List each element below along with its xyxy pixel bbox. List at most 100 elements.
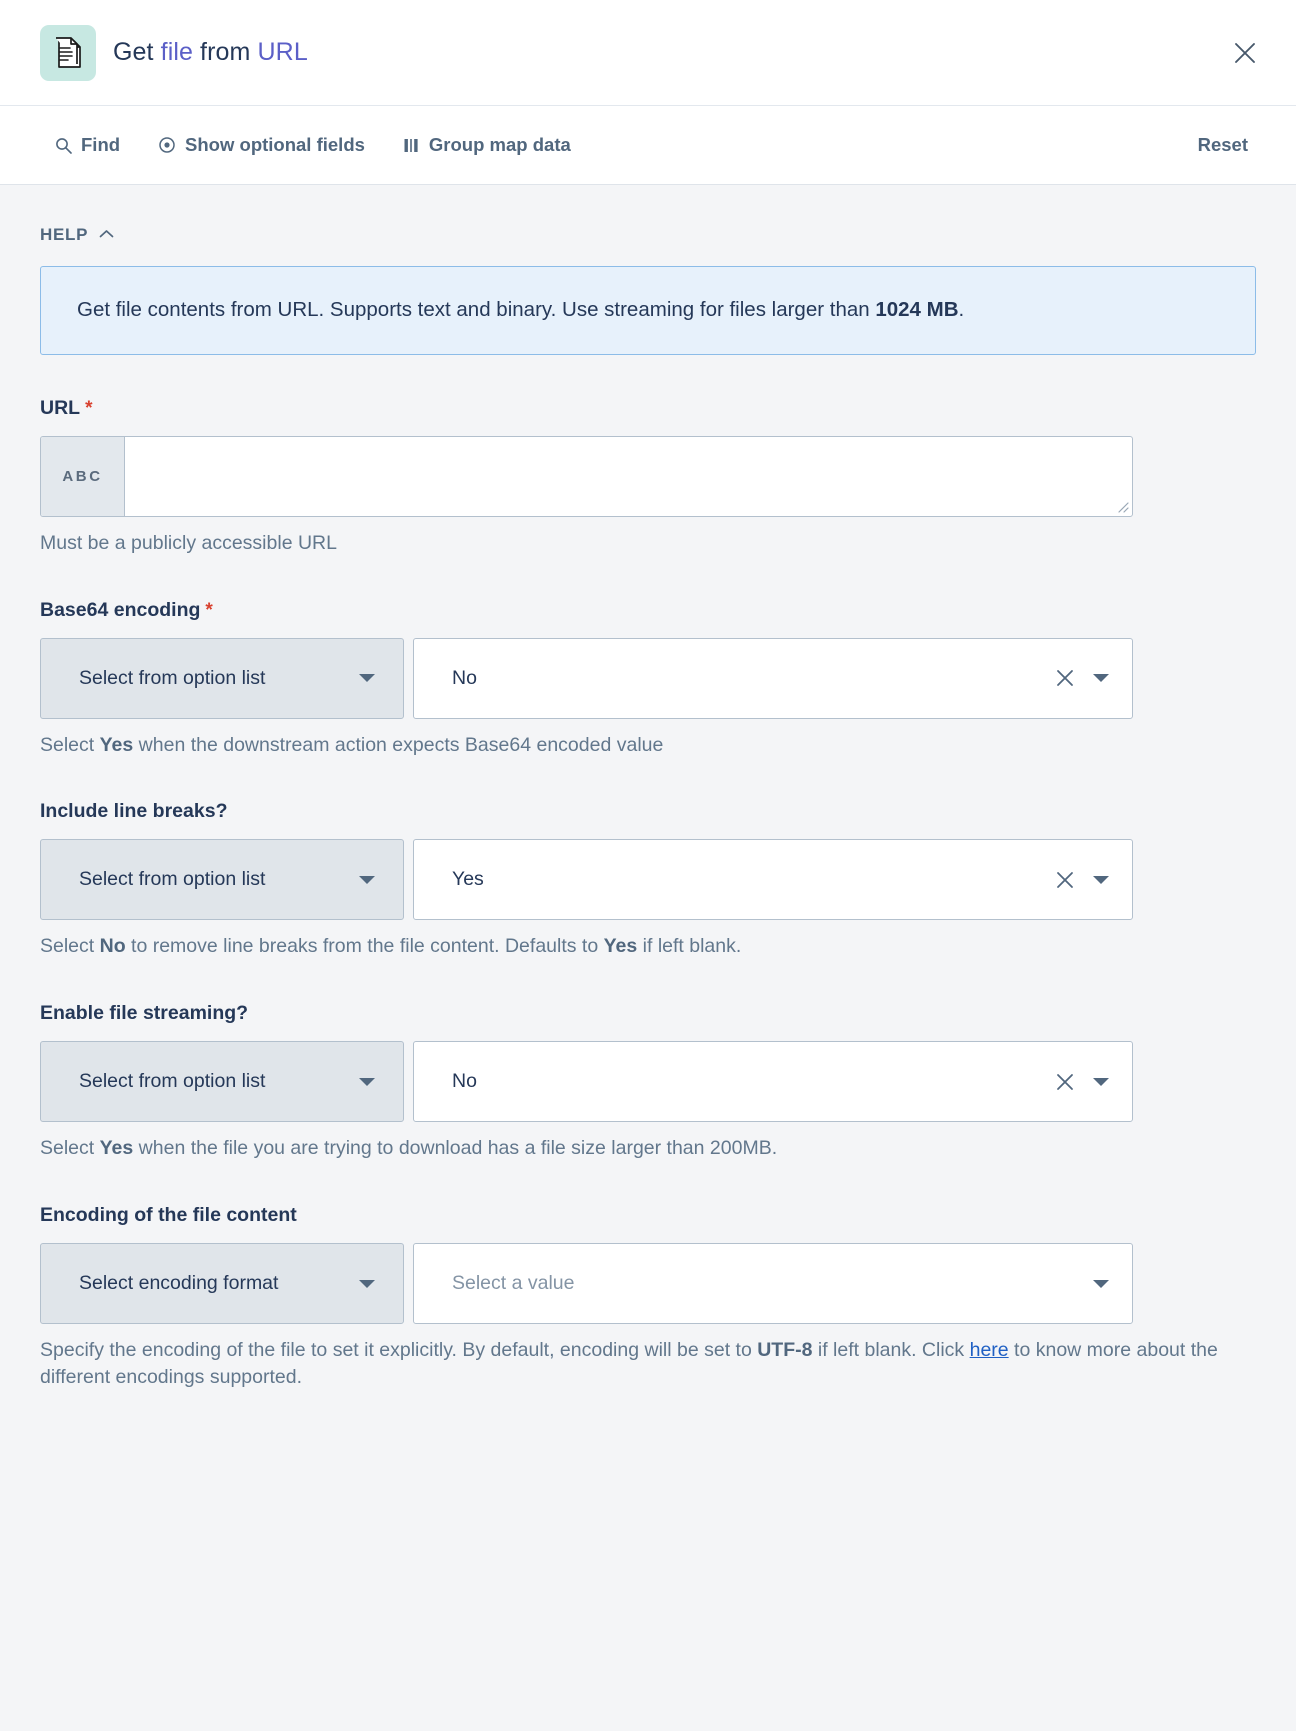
help-section-toggle[interactable]: HELP xyxy=(40,225,114,245)
field-encoding-label: Encoding of the file content xyxy=(40,1204,297,1227)
chevron-down-icon[interactable] xyxy=(1086,865,1116,895)
title-part-0: Get xyxy=(113,38,161,66)
url-input[interactable] xyxy=(125,436,1132,516)
chevron-up-icon xyxy=(99,226,114,244)
title-part-3: URL xyxy=(257,38,308,66)
group-map-icon xyxy=(403,137,420,154)
hint-before: Select xyxy=(40,935,100,958)
chevron-down-icon[interactable] xyxy=(352,1269,382,1299)
chevron-down-icon[interactable] xyxy=(352,663,382,693)
field-base64-hint: Select Yes when the downstream action ex… xyxy=(40,732,1256,759)
line-breaks-value-select[interactable]: Yes xyxy=(413,839,1133,921)
chevron-down-icon[interactable] xyxy=(352,1067,382,1097)
base64-value: No xyxy=(452,666,477,689)
encoding-value-select[interactable]: Select a value xyxy=(413,1243,1133,1325)
encoding-value-placeholder: Select a value xyxy=(452,1272,575,1295)
close-icon xyxy=(1235,42,1255,63)
line-breaks-value: Yes xyxy=(452,868,484,891)
help-text-after: . xyxy=(958,298,965,321)
field-encoding-hint: Specify the encoding of the file to set … xyxy=(40,1337,1256,1391)
toolbar-actions: Find Show optional fields Group map data xyxy=(55,134,1198,156)
encodings-help-link[interactable]: here xyxy=(970,1339,1009,1361)
show-optional-fields-button[interactable]: Show optional fields xyxy=(158,134,365,156)
base64-select-row: Select from option list No xyxy=(40,637,1133,719)
help-text-before: Get file contents from URL. Supports tex… xyxy=(77,298,876,321)
hint-bold2: Yes xyxy=(603,935,638,958)
document-file-icon xyxy=(40,24,96,81)
panel-header: Get file from URL xyxy=(0,0,1296,106)
find-label: Find xyxy=(81,134,121,155)
hint-after: if left blank. xyxy=(637,935,742,958)
base64-mode-select[interactable]: Select from option list xyxy=(40,637,404,719)
help-text-bold: 1024 MB xyxy=(875,298,959,321)
chevron-down-icon[interactable] xyxy=(1086,663,1116,693)
field-line-breaks-hint: Select No to remove line breaks from the… xyxy=(40,933,1256,960)
abc-datatype-button[interactable]: ABC xyxy=(41,436,125,516)
reset-button[interactable]: Reset xyxy=(1198,134,1266,156)
streaming-mode-select[interactable]: Select from option list xyxy=(40,1041,404,1123)
encoding-select-row: Select encoding format Select a value xyxy=(40,1243,1133,1325)
streaming-value: No xyxy=(452,1070,477,1093)
find-button[interactable]: Find xyxy=(55,134,120,156)
field-url-label-row: URL * xyxy=(40,397,1256,420)
field-streaming-hint: Select Yes when the file you are trying … xyxy=(40,1135,1256,1162)
field-url: URL * ABC Must be a publicly accessible … xyxy=(40,397,1256,557)
base64-value-select[interactable]: No xyxy=(413,637,1133,719)
chevron-down-icon[interactable] xyxy=(1086,1269,1116,1299)
close-button[interactable] xyxy=(1224,32,1266,74)
hint-after: when the downstream action expects Base6… xyxy=(133,733,664,756)
field-base64-encoding: Base64 encoding * Select from option lis… xyxy=(40,599,1256,759)
field-streaming-label-row: Enable file streaming? xyxy=(40,1002,1256,1025)
hint-mid: to remove line breaks from the file cont… xyxy=(125,935,604,958)
chevron-down-icon[interactable] xyxy=(352,865,382,895)
url-input-row: ABC xyxy=(40,435,1133,517)
search-icon xyxy=(55,137,72,154)
eye-icon xyxy=(158,136,176,154)
required-asterisk: * xyxy=(85,397,93,419)
field-base64-label: Base64 encoding xyxy=(40,598,201,621)
header-left-group: Get file from URL xyxy=(40,24,1224,81)
line-breaks-mode-value: Select from option list xyxy=(79,868,266,891)
title-part-1: file xyxy=(160,38,194,66)
group-map-data-button[interactable]: Group map data xyxy=(403,134,571,156)
panel-toolbar: Find Show optional fields Group map data… xyxy=(0,106,1296,185)
field-include-line-breaks: Include line breaks? Select from option … xyxy=(40,800,1256,960)
line-breaks-mode-select[interactable]: Select from option list xyxy=(40,839,404,921)
hint-before: Select xyxy=(40,1137,100,1160)
field-base64-label-row: Base64 encoding * xyxy=(40,599,1256,622)
streaming-mode-value: Select from option list xyxy=(79,1070,266,1093)
hint-bold: Yes xyxy=(99,1137,134,1160)
field-line-breaks-label: Include line breaks? xyxy=(40,800,228,823)
hint-before: Select xyxy=(40,733,100,756)
panel-body: HELP Get file contents from URL. Support… xyxy=(0,185,1296,1731)
title-part-2: from xyxy=(193,38,258,66)
hint-after: when the file you are trying to download… xyxy=(133,1137,778,1160)
field-enable-file-streaming: Enable file streaming? Select from optio… xyxy=(40,1002,1256,1162)
clear-icon[interactable] xyxy=(1048,1065,1082,1099)
field-line-breaks-label-row: Include line breaks? xyxy=(40,800,1256,823)
streaming-value-select[interactable]: No xyxy=(413,1041,1133,1123)
hint-bold: No xyxy=(99,935,126,958)
field-encoding-of-file-content: Encoding of the file content Select enco… xyxy=(40,1204,1256,1391)
field-url-hint: Must be a publicly accessible URL xyxy=(40,531,337,554)
hint-bold: Yes xyxy=(99,733,134,756)
action-config-panel: Get file from URL Find Show optional fie… xyxy=(0,0,1296,1731)
hint-mid: if left blank. Click xyxy=(812,1339,970,1362)
encoding-mode-select[interactable]: Select encoding format xyxy=(40,1243,404,1325)
field-streaming-label: Enable file streaming? xyxy=(40,1002,249,1025)
help-section-label: HELP xyxy=(40,225,89,244)
required-asterisk: * xyxy=(205,599,213,621)
clear-icon[interactable] xyxy=(1048,661,1082,695)
encoding-mode-value: Select encoding format xyxy=(79,1272,279,1295)
group-map-data-label: Group map data xyxy=(428,134,571,155)
streaming-select-row: Select from option list No xyxy=(40,1041,1133,1123)
page-title: Get file from URL xyxy=(113,38,308,67)
hint-before: Specify the encoding of the file to set … xyxy=(40,1339,758,1362)
clear-icon[interactable] xyxy=(1048,863,1082,897)
chevron-down-icon[interactable] xyxy=(1086,1067,1116,1097)
field-url-label: URL xyxy=(40,396,81,419)
hint-bold: UTF-8 xyxy=(757,1339,813,1362)
line-breaks-select-row: Select from option list Yes xyxy=(40,839,1133,921)
field-encoding-label-row: Encoding of the file content xyxy=(40,1204,1256,1227)
help-text-box: Get file contents from URL. Supports tex… xyxy=(40,266,1256,355)
